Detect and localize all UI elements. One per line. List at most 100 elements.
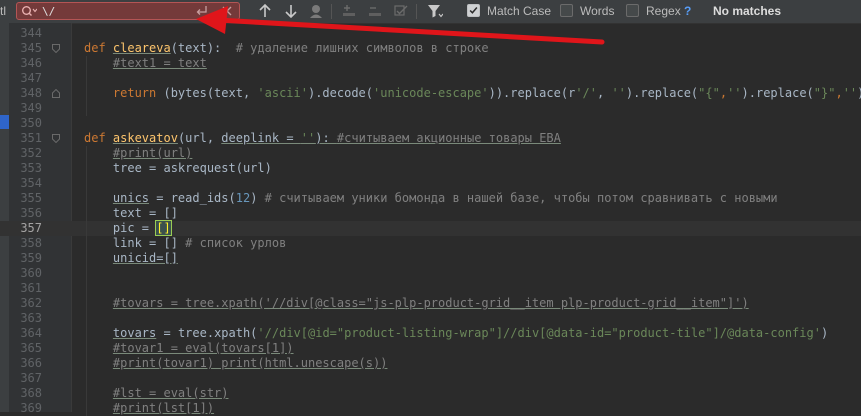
code-token: 'ascii' (257, 86, 308, 100)
code-token: (text): (170, 41, 236, 55)
fold-marker-icon[interactable] (52, 134, 60, 143)
fold-marker-icon[interactable] (52, 44, 60, 53)
code-line[interactable]: 362 #tovars = tree.xpath('//div[@class="… (0, 296, 861, 311)
code-token: #text1 = text (112, 56, 207, 70)
fold-marker-icon[interactable] (52, 89, 60, 98)
code-token: #print(lst[1]) (112, 401, 215, 415)
line-number: 358 (20, 236, 42, 250)
regex-label[interactable]: Regex (646, 3, 681, 19)
match-case-checkbox[interactable] (467, 4, 480, 17)
code-line[interactable]: 367 (0, 371, 861, 386)
line-number: 345 (20, 41, 42, 55)
code-token: '' (727, 86, 742, 100)
code-line[interactable]: 368 #lst = eval(str) (0, 386, 861, 401)
newline-icon[interactable] (195, 5, 209, 17)
code-line[interactable]: 352 #print(url) (0, 146, 861, 161)
code-token: def (84, 41, 113, 55)
code-text: #tovars = tree.xpath('//div[@class="js-p… (84, 296, 749, 311)
line-number: 356 (20, 206, 42, 220)
code-line[interactable]: 369 #print(lst[1]) (0, 401, 861, 416)
code-token: unicid=[] (112, 251, 178, 265)
search-field[interactable] (16, 2, 240, 20)
code-editor[interactable]: 344 345 def cleareva(text): # удаление лиш… (0, 26, 861, 416)
code-line[interactable]: 345 def cleareva(text): # удаление лишних… (0, 41, 861, 56)
match-case-label[interactable]: Match Case (487, 3, 551, 19)
code-token: ) (857, 86, 861, 100)
code-token: '' (300, 131, 316, 145)
code-line[interactable]: 357 pic = [] (0, 220, 861, 236)
code-line[interactable]: 348 return (bytes(text, 'ascii').decode(… (0, 86, 861, 101)
code-line[interactable]: 365 #tovar1 = eval(tovars[1]) (0, 341, 861, 356)
code-token: askevatov (112, 131, 178, 145)
code-token: (url, (177, 131, 222, 145)
code-line[interactable]: 359 unicid=[] (0, 251, 861, 266)
indent-guide (86, 176, 87, 191)
code-line[interactable]: 366 #print(tovar1) print(html.unescape(s… (0, 356, 861, 371)
code-text: #lst = eval(str) (84, 386, 229, 401)
code-line[interactable]: 346 #text1 = text (0, 56, 861, 71)
indent-guide (86, 266, 87, 281)
code-line[interactable]: 364 tovars = tree.xpath('//div[@id="prod… (0, 326, 861, 341)
code-text: #tovar1 = eval(tovars[1]) (84, 341, 294, 356)
add-occurrence-icon[interactable] (341, 3, 357, 19)
code-token: '' (611, 86, 626, 100)
filter-icon[interactable] (427, 3, 443, 19)
words-checkbox[interactable] (560, 4, 573, 17)
code-line[interactable]: 353 tree = askrequest(url) (0, 161, 861, 176)
code-text: #print(tovar1) print(html.unescape(s)) (84, 356, 388, 371)
search-history-icon[interactable] (21, 5, 37, 17)
regex-checkbox[interactable] (626, 4, 639, 17)
code-text: return (bytes(text, 'ascii').decode('uni… (84, 86, 861, 101)
code-token: #tovars = tree.xpath('//div[@class="js-p… (112, 296, 749, 310)
code-token: , (719, 86, 728, 100)
code-text: #text1 = text (84, 56, 207, 71)
arrow-up-icon[interactable] (257, 3, 273, 19)
line-number: 361 (20, 281, 42, 295)
cut-off-edge-label: tl (0, 4, 6, 18)
code-token: #print(url) (112, 146, 193, 160)
code-line[interactable]: 354 (0, 176, 861, 191)
code-line[interactable]: 363 (0, 311, 861, 326)
code-token: tree = askrequest(url) (84, 161, 272, 175)
code-line[interactable]: 358 link = [] # список урлов (0, 236, 861, 251)
code-text: def askevatov(url, deeplink = ''): #счит… (84, 131, 561, 146)
match-status: No matches (713, 4, 782, 18)
find-toolbar: tl \/ Match Case Words Regex ? No matche… (0, 0, 861, 24)
words-label[interactable]: Words (580, 3, 614, 19)
search-input[interactable] (42, 4, 192, 18)
code-line[interactable]: 361 (0, 281, 861, 296)
code-line[interactable]: 356 text = [] (0, 206, 861, 221)
code-line[interactable]: 351 def askevatov(url, deeplink = ''): #с… (0, 131, 861, 146)
code-line[interactable]: 347 (0, 71, 861, 86)
clear-icon[interactable] (221, 5, 233, 17)
line-number: 344 (20, 26, 42, 40)
code-line[interactable]: 349 (0, 101, 861, 116)
code-token: text = [] (84, 206, 178, 220)
line-number: 354 (20, 176, 42, 190)
code-token: = read_ids( (149, 191, 236, 205)
toolbar-separator (416, 4, 417, 19)
arrow-down-icon[interactable] (283, 3, 299, 19)
code-token: pic = (84, 221, 157, 235)
line-number: 367 (20, 371, 42, 385)
regex-help-link[interactable]: ? (684, 3, 691, 19)
code-line[interactable]: 350 (0, 116, 861, 131)
line-number: 346 (20, 56, 42, 70)
code-line[interactable]: 360 (0, 266, 861, 281)
line-number: 353 (20, 161, 42, 175)
indent-guide (86, 281, 87, 296)
remove-occurrence-icon[interactable] (367, 3, 383, 19)
find-usages-icon[interactable] (308, 3, 324, 19)
line-number: 349 (20, 101, 42, 115)
select-all-occurrences-icon[interactable] (393, 3, 409, 19)
code-line[interactable]: 344 (0, 26, 861, 41)
line-number: 352 (20, 146, 42, 160)
code-line[interactable]: 355 unics = read_ids(12) # считываем уни… (0, 191, 861, 206)
